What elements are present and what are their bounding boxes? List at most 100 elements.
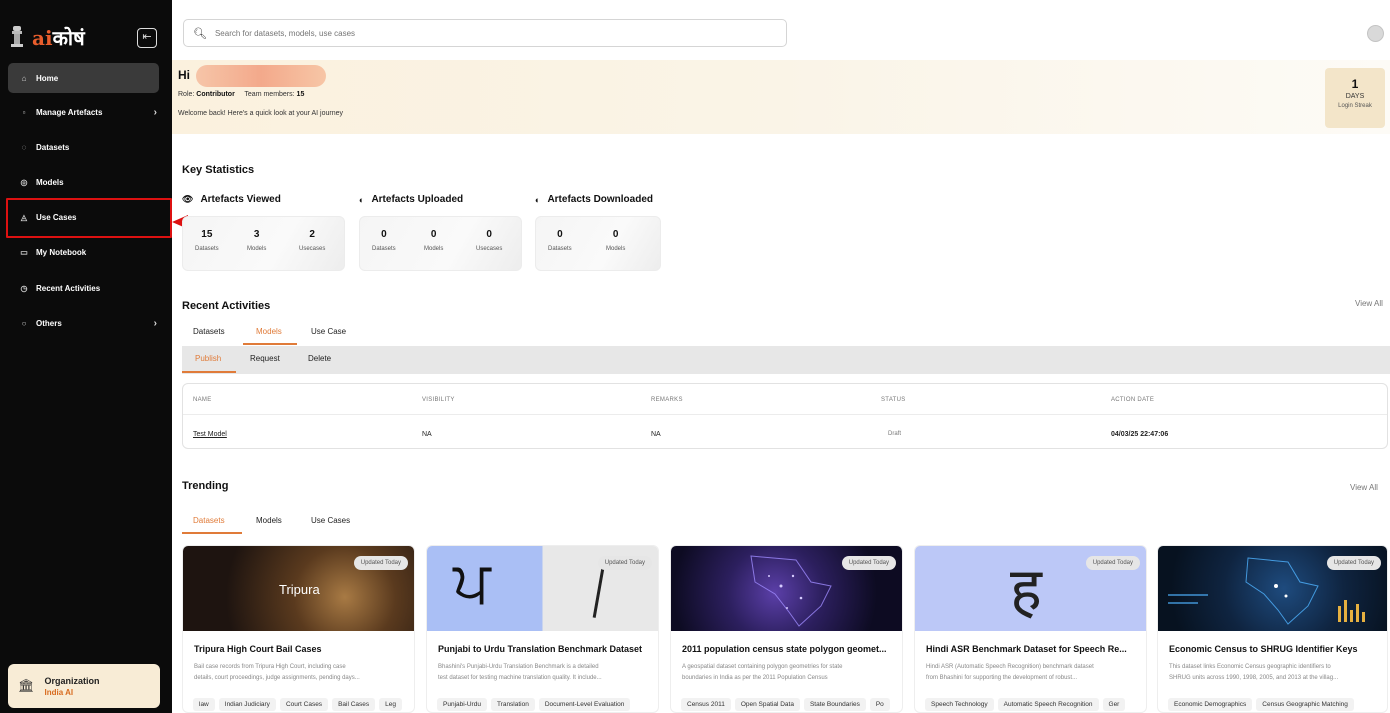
sidebar-item-label: My Notebook: [36, 247, 87, 257]
stat-datasets: 15 Datasets: [195, 229, 219, 252]
column-header-visibility: VISIBILITY: [422, 397, 455, 403]
subtab-publish[interactable]: Publish: [195, 354, 221, 363]
sidebar-item-label: Manage Artefacts: [36, 107, 103, 117]
card-description-line: This dataset links Economic Census geogr…: [1169, 664, 1331, 670]
home-icon: ⌂: [21, 73, 27, 83]
sidebar-item-manage-artefacts[interactable]: ▫ Manage Artefacts ›: [8, 97, 159, 127]
trending-card[interactable]: ह Updated Today Hindi ASR Benchmark Data…: [914, 545, 1147, 713]
card-description: Bail case records from Tripura High Cour…: [194, 662, 409, 684]
more-icon: ○: [21, 318, 27, 328]
card-title: Punjabi to Urdu Translation Benchmark Da…: [438, 644, 643, 654]
sidebar-item-datasets[interactable]: ◌ Datasets: [8, 132, 159, 162]
card-description: Bhashini's Punjabi-Urdu Translation Benc…: [438, 662, 653, 684]
tag[interactable]: law: [193, 698, 215, 711]
organization-label: Organization: [44, 675, 100, 686]
sidebar-item-home[interactable]: ⌂ Home: [8, 63, 159, 93]
brand-prefix: ai: [32, 26, 53, 50]
logo[interactable]: aiकोषं ⇤: [8, 24, 166, 54]
tab-models[interactable]: Models: [256, 327, 282, 336]
tag[interactable]: Bail Cases: [332, 698, 376, 711]
card-image-text: ह: [1010, 555, 1042, 625]
tag[interactable]: Po: [869, 698, 890, 711]
stat-value: 0: [430, 229, 437, 240]
tag[interactable]: Document-Level Evaluation: [538, 698, 631, 711]
updated-badge: Updated Today: [841, 556, 896, 570]
tag[interactable]: Punjabi-Urdu: [437, 698, 487, 711]
redacted-username: [196, 65, 326, 87]
active-subtab-indicator: [182, 371, 236, 373]
clock-icon: ◷: [20, 283, 28, 293]
cube-icon: ◎: [20, 177, 28, 187]
stat-value: 0: [557, 229, 563, 240]
annotation-highlight-box: [6, 198, 172, 238]
search-bar[interactable]: 🔍︎: [183, 19, 787, 47]
card-description: This dataset links Economic Census geogr…: [1169, 662, 1384, 684]
avatar[interactable]: [1367, 25, 1384, 42]
organization-card[interactable]: 🏛 Organization India AI: [8, 664, 160, 708]
card-description-line: Bail case records from Tripura High Cour…: [194, 664, 346, 670]
card-description-line: details, court proceedings, judge assign…: [194, 675, 360, 681]
card-tags: Census 2011 Open Spatial Data State Boun…: [681, 698, 894, 711]
trending-card[interactable]: Updated Today Economic Census to SHRUG I…: [1157, 545, 1388, 713]
tag[interactable]: Ger: [1102, 698, 1126, 711]
trending-view-all-link[interactable]: View All: [1350, 483, 1378, 492]
trending-card[interactable]: ਪ Updated Today Punjabi to Urdu Translat…: [426, 545, 659, 713]
sidebar-item-models[interactable]: ◎ Models: [8, 167, 159, 197]
tab-datasets[interactable]: Datasets: [193, 327, 225, 336]
tag[interactable]: Census Geographic Matching: [1256, 698, 1354, 711]
sidebar-item-others[interactable]: ○ Others ›: [8, 308, 159, 338]
stat-models: 0 Models: [606, 229, 625, 252]
eye-icon: 👁︎: [182, 194, 194, 204]
brand-suffix: कोषं: [52, 26, 85, 50]
recent-view-all-link[interactable]: View All: [1355, 299, 1383, 308]
login-streak-card: 1 DAYS Login Streak: [1325, 68, 1385, 128]
chevron-right-icon: ›: [153, 106, 157, 118]
table-row-visibility: NA: [422, 431, 432, 438]
tag[interactable]: Court Cases: [279, 698, 329, 711]
trending-title: Trending: [182, 480, 229, 492]
column-header-status: STATUS: [881, 397, 906, 403]
sidebar-item-label: Models: [36, 177, 64, 187]
tag[interactable]: Open Spatial Data: [734, 698, 800, 711]
tag[interactable]: Economic Demographics: [1168, 698, 1253, 711]
download-icon: ◐: [535, 194, 541, 205]
artefacts-uploaded-card: 0 Datasets 0 Models 0 Usecases: [359, 216, 522, 271]
column-header-remarks: REMARKS: [651, 397, 683, 403]
tag[interactable]: Indian Judiciary: [218, 698, 276, 711]
national-emblem-icon: [11, 26, 23, 47]
sidebar-item-my-notebook[interactable]: ▭ My Notebook: [8, 237, 159, 267]
search-input[interactable]: [214, 28, 615, 38]
card-tags: law Indian Judiciary Court Cases Bail Ca…: [193, 698, 406, 711]
card-image-text: Tripura: [279, 582, 320, 597]
sidebar-item-recent-activities[interactable]: ◷ Recent Activities: [8, 273, 159, 303]
tag[interactable]: State Boundaries: [803, 698, 866, 711]
card-title: Tripura High Court Bail Cases: [194, 644, 322, 654]
notebook-icon: ▭: [20, 247, 28, 257]
subtab-delete[interactable]: Delete: [308, 354, 331, 363]
column-header-action-date: ACTION DATE: [1111, 397, 1155, 403]
trending-tab-use-cases[interactable]: Use Cases: [311, 516, 350, 525]
trending-card[interactable]: Updated Today 2011 population census sta…: [670, 545, 903, 713]
sidebar-item-label: Home: [36, 73, 59, 83]
stat-value: 0: [381, 229, 387, 240]
tab-use-case[interactable]: Use Case: [311, 327, 346, 336]
tag[interactable]: Translation: [490, 698, 535, 711]
trending-card[interactable]: Tripura Updated Today Tripura High Court…: [182, 545, 415, 713]
tag[interactable]: Leg: [379, 698, 402, 711]
trending-tab-datasets[interactable]: Datasets: [193, 516, 225, 525]
tag[interactable]: Speech Technology: [925, 698, 994, 711]
card-tags: Punjabi-Urdu Translation Document-Level …: [437, 698, 634, 711]
updated-badge: Updated Today: [353, 556, 408, 570]
tag[interactable]: Automatic Speech Recognition: [997, 698, 1099, 711]
table-row-name-link[interactable]: Test Model: [193, 431, 227, 438]
tag[interactable]: Census 2011: [681, 698, 731, 711]
urdu-glyph-icon: [592, 568, 605, 618]
stat-label: Models: [606, 246, 626, 252]
subtab-request[interactable]: Request: [250, 354, 280, 363]
collapse-sidebar-button[interactable]: ⇤: [137, 28, 157, 48]
organization-name: India AI: [44, 687, 74, 697]
card-description-line: A geospatial dataset containing polygon …: [682, 664, 843, 670]
stat-models: 3 Models: [247, 229, 266, 252]
artefacts-viewed-card: 15 Datasets 3 Models 2 Usecases: [182, 216, 345, 271]
trending-tab-models[interactable]: Models: [256, 516, 282, 525]
